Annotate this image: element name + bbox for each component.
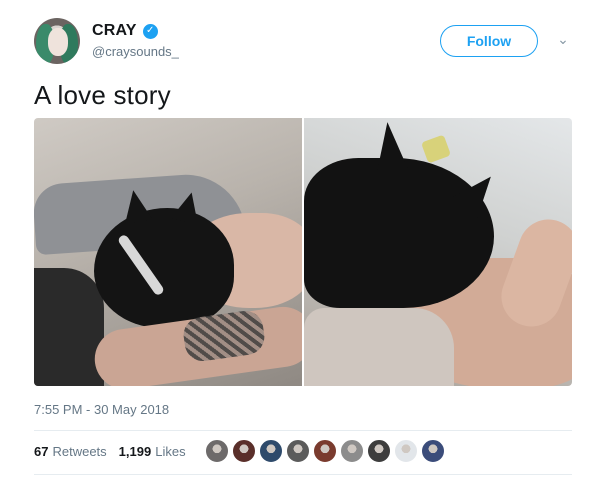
liker-avatar[interactable] xyxy=(286,439,310,463)
photo-left-cat xyxy=(94,208,234,328)
liker-avatar[interactable] xyxy=(421,439,445,463)
liker-avatar[interactable] xyxy=(232,439,256,463)
likes-stat[interactable]: 1,199 Likes xyxy=(119,444,186,459)
photo-right-pillow xyxy=(304,308,454,386)
tweet-text: A love story xyxy=(34,80,171,110)
divider xyxy=(34,430,572,431)
liker-avatar[interactable] xyxy=(259,439,283,463)
photo-right-cat-ear xyxy=(371,120,409,174)
chevron-down-icon[interactable]: ⌄ xyxy=(556,32,570,46)
photo-right-lamp xyxy=(420,134,452,164)
photo-left-shirt xyxy=(34,268,104,386)
photo-left-cat-ear xyxy=(119,187,153,225)
tweet-stats: 67 Retweets 1,199 Likes xyxy=(34,444,198,459)
liker-avatar[interactable] xyxy=(205,439,229,463)
liker-avatars xyxy=(205,439,445,463)
verified-badge-icon: ✓ xyxy=(142,23,158,39)
liker-avatar[interactable] xyxy=(394,439,418,463)
retweets-count: 67 xyxy=(34,444,49,459)
tweet-card: CRAY ✓ @craysounds_ Follow ⌄ A love stor… xyxy=(0,0,600,489)
follow-button[interactable]: Follow xyxy=(440,25,538,57)
retweets-label: Retweets xyxy=(52,444,107,459)
display-name[interactable]: CRAY xyxy=(92,22,137,40)
likes-count: 1,199 xyxy=(118,444,152,459)
tweet-timestamp[interactable]: 7:55 PM - 30 May 2018 xyxy=(34,402,169,417)
avatar-face xyxy=(48,28,68,56)
photo-left[interactable] xyxy=(34,118,302,386)
liker-avatar[interactable] xyxy=(313,439,337,463)
divider xyxy=(34,474,572,475)
liker-avatar[interactable] xyxy=(367,439,391,463)
photo-right[interactable] xyxy=(304,118,572,386)
retweets-stat[interactable]: 67 Retweets xyxy=(34,444,107,459)
user-handle[interactable]: @craysounds_ xyxy=(92,44,179,59)
liker-avatar[interactable] xyxy=(340,439,364,463)
name-row: CRAY ✓ xyxy=(92,22,158,40)
likes-label: Likes xyxy=(155,444,186,459)
tweet-media xyxy=(34,118,572,386)
user-avatar[interactable] xyxy=(34,18,80,64)
